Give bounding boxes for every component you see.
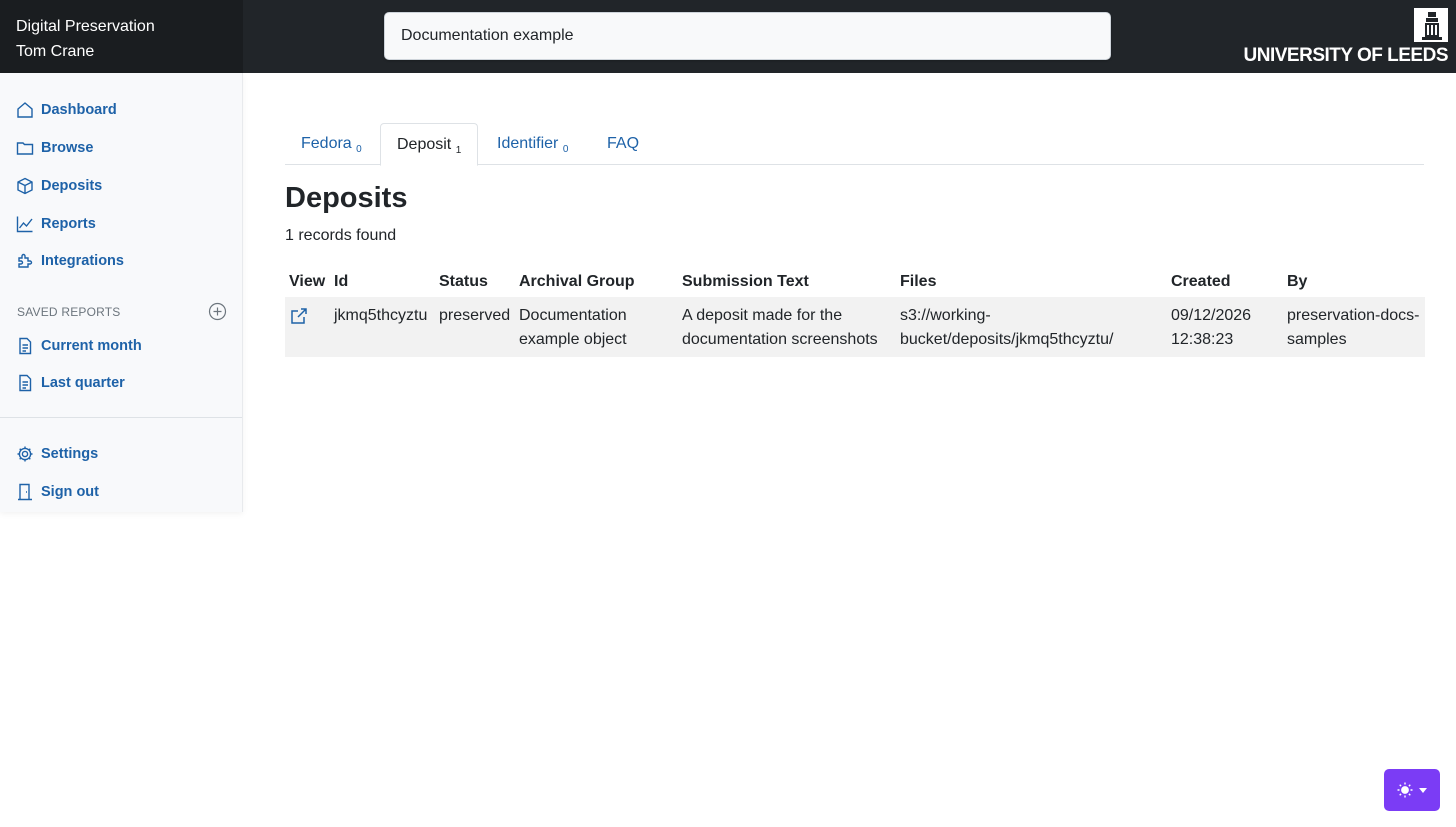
column-header: View (289, 272, 326, 290)
document-icon (16, 374, 34, 392)
sidebar-item-browse[interactable]: Browse (16, 136, 93, 160)
saved-report-label: Last quarter (41, 375, 125, 391)
app-title: Digital Preservation (16, 18, 155, 35)
caret-down-icon (1418, 788, 1427, 793)
sidebar: Dashboard Browse Deposits Reports Integr… (0, 73, 243, 512)
view-cell (285, 297, 330, 357)
sidebar-item-label: Integrations (41, 253, 124, 269)
tab-fedora[interactable]: Fedora 0 (285, 123, 378, 165)
tab-bar: Fedora 0 Deposit 1 Identifier 0 FAQ (285, 123, 1424, 166)
sidebar-item-label: Deposits (41, 178, 103, 194)
plugin-icon (16, 252, 34, 270)
user-name: Tom Crane (16, 43, 95, 60)
table-header-row: View Id Status Archival Group Submission… (285, 266, 1425, 297)
sidebar-item-label: Settings (41, 446, 99, 462)
university-name: UNIVERSITY OF LEEDS (1243, 45, 1449, 66)
chart-line-icon (16, 215, 34, 233)
page-title: Deposits (285, 182, 408, 214)
box-icon (16, 177, 34, 195)
brand[interactable]: Digital Preservation Tom Crane (0, 0, 243, 73)
theme-toggle-button[interactable] (1384, 769, 1440, 811)
university-logo[interactable]: UNIVERSITY OF LEEDS (1244, 8, 1449, 70)
door-icon (16, 483, 34, 501)
search-input[interactable] (384, 12, 1111, 60)
column-header: Files (900, 272, 937, 290)
table-row: jkmq5thcyztu preserved Documentation exa… (285, 297, 1425, 357)
add-saved-report-icon[interactable] (208, 302, 227, 321)
archival-group-cell: Documentation example object (519, 307, 627, 348)
tab-count: 1 (455, 145, 462, 157)
external-link-icon[interactable] (289, 306, 309, 326)
column-header: Id (334, 272, 349, 290)
id-cell: jkmq5thcyztu (334, 307, 428, 324)
sidebar-item-dashboard[interactable]: Dashboard (16, 98, 117, 122)
sidebar-item-settings[interactable]: Settings (16, 442, 98, 466)
saved-reports-header: SAVED REPORTS (17, 305, 121, 319)
sun-icon (1397, 782, 1412, 798)
column-header: Created (1171, 272, 1231, 290)
sidebar-item-label: Reports (41, 216, 96, 232)
by-cell: preservation-docs-samples (1287, 307, 1420, 348)
sidebar-item-integrations[interactable]: Integrations (16, 249, 124, 273)
column-header: Submission Text (682, 272, 809, 290)
document-icon (16, 337, 34, 355)
tab-identifier[interactable]: Identifier 0 (481, 123, 584, 165)
created-cell: 09/12/2026 12:38:23 (1171, 307, 1252, 348)
sidebar-item-label: Sign out (41, 484, 99, 500)
parkinson-tower-icon (1414, 8, 1448, 42)
record-count: 1 records found (285, 227, 397, 244)
tab-label: Deposit (397, 136, 452, 153)
sidebar-item-deposits[interactable]: Deposits (16, 174, 102, 198)
sidebar-divider (0, 417, 242, 418)
tab-count: 0 (562, 144, 569, 156)
sidebar-item-label: Browse (41, 140, 94, 156)
sidebar-item-sign-out[interactable]: Sign out (16, 480, 99, 504)
submission-text-cell: A deposit made for the documentation scr… (682, 307, 878, 348)
column-header: By (1287, 272, 1308, 290)
gear-icon (16, 445, 34, 463)
home-icon (16, 101, 34, 119)
deposits-table: View Id Status Archival Group Submission… (285, 266, 1425, 357)
folder-icon (16, 139, 34, 157)
top-bar: Digital Preservation Tom Crane UNIVERSIT… (0, 0, 1456, 73)
status-cell: preserved (439, 307, 511, 324)
sidebar-item-reports[interactable]: Reports (16, 212, 96, 236)
tab-label: Identifier (497, 135, 559, 152)
tab-deposit[interactable]: Deposit 1 (380, 123, 479, 166)
column-header: Archival Group (519, 272, 635, 290)
files-cell: s3://working-bucket/deposits/jkmq5thcyzt… (900, 307, 1114, 348)
saved-report-label: Current month (41, 338, 142, 354)
tab-label: Fedora (301, 135, 352, 152)
tab-label: FAQ (607, 135, 640, 152)
sidebar-item-label: Dashboard (41, 102, 117, 118)
column-header: Status (439, 272, 488, 290)
tab-count: 0 (356, 144, 362, 156)
saved-report-last-quarter[interactable]: Last quarter (16, 371, 125, 395)
tab-faq[interactable]: FAQ (591, 123, 655, 165)
saved-report-current-month[interactable]: Current month (16, 334, 142, 358)
